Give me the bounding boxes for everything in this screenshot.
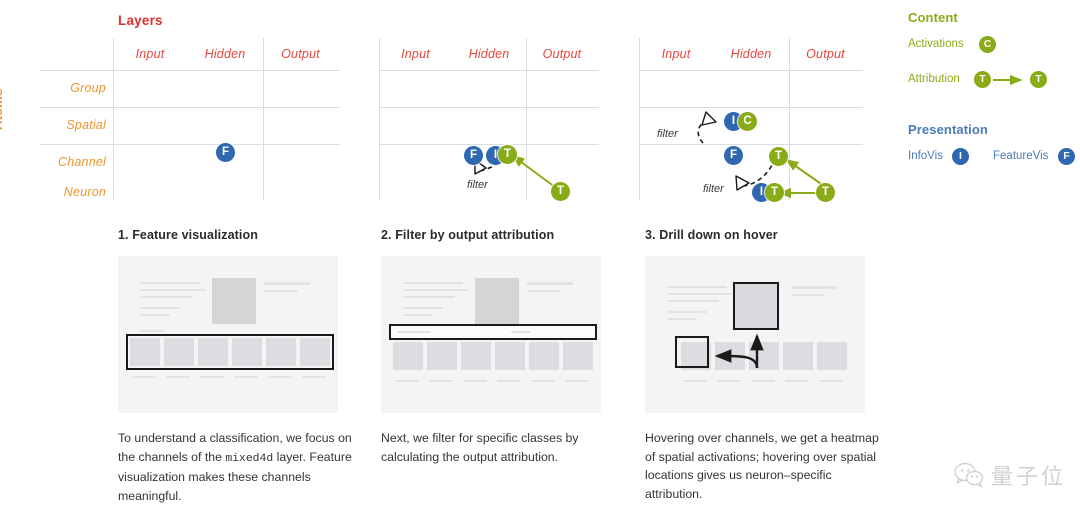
matrix-row-label-channel: Channel <box>58 155 106 169</box>
legend-label-featurevis: FeatureVis <box>993 150 1049 162</box>
matrix-column-header-hidden: Hidden <box>204 47 246 61</box>
step-2-illustration <box>381 256 601 413</box>
highlight-filter-bar <box>389 324 597 340</box>
matrix-arrows <box>474 155 560 191</box>
badge-activations: C <box>979 36 996 53</box>
legend-heading-content: Content <box>908 10 958 25</box>
filter-label-upper: filter <box>657 128 678 140</box>
drill-down-arrows <box>714 333 764 369</box>
badge-featurevis: F <box>216 143 235 162</box>
badge-featurevis: F <box>464 146 483 165</box>
matrix-row-label-group: Group <box>70 81 106 95</box>
badge-infovis: I <box>952 148 969 165</box>
drill-down-on-hover-matrix: Input Hidden Output I C F T I T T filter… <box>639 38 863 202</box>
step-3-title: 3. Drill down on hover <box>645 228 778 242</box>
step-3-caption-text-1: Hovering over channels, we get a heatmap… <box>645 431 879 501</box>
legend-label-infovis: InfoVis <box>908 150 943 162</box>
layers-axis-title: Layers <box>118 13 163 28</box>
step-1-caption-code: mixed4d <box>225 452 274 465</box>
step-2-caption: Next, we filter for specific classes by … <box>381 429 621 468</box>
step-panel-1: 1. Feature visualization To understand a… <box>118 228 358 505</box>
legend-attribution-arrow <box>993 75 1023 86</box>
step-panel-3: 3. Drill down on hover Hovering over cha… <box>645 228 885 505</box>
filter-by-output-attribution-matrix: Input Hidden Output F I T T filter <box>379 38 599 201</box>
filter-label-lower: filter <box>703 183 724 195</box>
badge-activations-spatial: C <box>738 112 757 131</box>
atoms-axis-title: Atoms <box>0 88 5 130</box>
step-3-illustration <box>645 256 865 413</box>
badge-attribution-target: T <box>1030 71 1047 88</box>
badge-attribution-source: T <box>974 71 991 88</box>
badge-attribution-neuron: T <box>765 183 784 202</box>
badge-attribution-channel: T <box>769 147 788 166</box>
legend-label-activations: Activations <box>908 38 964 50</box>
badge-attribution-hidden: T <box>498 145 517 164</box>
feature-visualization-matrix: Input Hidden Output Group Spatial Channe… <box>40 38 340 200</box>
step-3-caption: Hovering over channels, we get a heatmap… <box>645 429 885 505</box>
step-1-illustration <box>118 256 338 413</box>
legend-item-presentation-row: InfoVis I FeatureVis F <box>908 148 1080 172</box>
matrix-column-header-input: Input <box>135 47 165 61</box>
step-panel-2: 2. Filter by output attribution Next, we… <box>381 228 621 468</box>
legend-label-attribution: Attribution <box>908 73 960 85</box>
legend-heading-presentation: Presentation <box>908 122 988 137</box>
legend-item-activations: Activations C <box>908 36 1080 60</box>
badge-featurevis-channel: F <box>724 146 743 165</box>
step-1-title: 1. Feature visualization <box>118 228 258 242</box>
matrix-column-header-output: Output <box>281 47 320 61</box>
badge-attribution-output: T <box>816 183 835 202</box>
matrix-diagrams: Layers Atoms Input Hidden Output Group S… <box>0 0 900 215</box>
badge-attribution-output: T <box>551 182 570 201</box>
step-panels: 1. Feature visualization To understand a… <box>0 228 1080 521</box>
step-2-title: 2. Filter by output attribution <box>381 228 555 242</box>
watermark-text: 量子位 <box>990 465 1066 490</box>
step-2-caption-text-1: Next, we filter for specific classes by … <box>381 431 579 464</box>
legend: Content Activations C Attribution T T Pr… <box>908 10 1080 172</box>
badge-featurevis: F <box>1058 148 1075 165</box>
matrix-row-label-neuron: Neuron <box>63 185 106 199</box>
matrix-row-label-spatial: Spatial <box>66 118 106 132</box>
highlight-channel-row <box>126 334 334 370</box>
step-1-caption: To understand a classification, we focus… <box>118 429 358 505</box>
watermark: 量子位 <box>954 459 1066 491</box>
wechat-icon <box>954 462 984 488</box>
legend-item-attribution: Attribution T T <box>908 70 1080 96</box>
filter-label: filter <box>467 179 488 191</box>
